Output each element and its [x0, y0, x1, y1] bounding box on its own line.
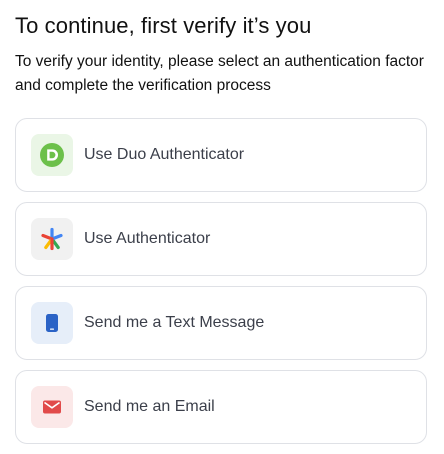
- mail-icon: [43, 400, 61, 414]
- verify-identity-page: To continue, first verify it’s you To ve…: [0, 0, 444, 454]
- duo-icon-container: [31, 134, 73, 176]
- option-email[interactable]: Send me an Email: [15, 370, 427, 444]
- mail-icon-container: [31, 386, 73, 428]
- option-label: Send me an Email: [84, 398, 215, 415]
- authenticator-icon-container: [31, 218, 73, 260]
- option-duo-authenticator[interactable]: Use Duo Authenticator: [15, 118, 427, 192]
- duo-icon: [40, 143, 64, 167]
- page-title: To continue, first verify it’s you: [15, 13, 312, 38]
- option-label: Use Authenticator: [84, 230, 211, 247]
- authenticator-asterisk-icon: [41, 227, 63, 251]
- authentication-options-list: Use Duo Authenticator Use Authenticator: [15, 118, 427, 454]
- option-label: Send me a Text Message: [84, 314, 265, 331]
- page-subtitle: To verify your identity, please select a…: [15, 53, 424, 94]
- option-authenticator[interactable]: Use Authenticator: [15, 202, 427, 276]
- option-text-message[interactable]: Send me a Text Message: [15, 286, 427, 360]
- phone-icon: [46, 314, 58, 332]
- option-label: Use Duo Authenticator: [84, 146, 245, 163]
- phone-icon-container: [31, 302, 73, 344]
